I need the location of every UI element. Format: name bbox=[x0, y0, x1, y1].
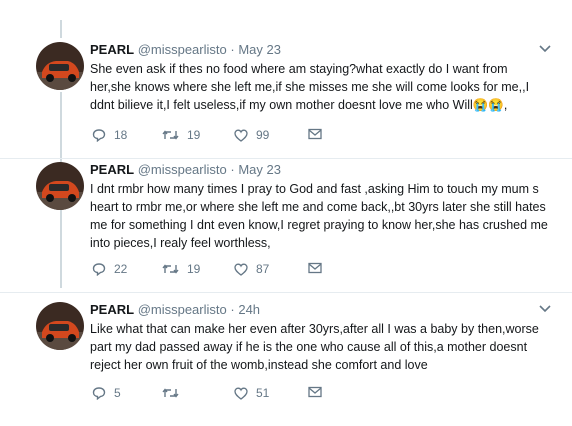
retweet-button[interactable]: 19 bbox=[162, 262, 200, 276]
chevron-down-icon[interactable] bbox=[538, 302, 552, 314]
timestamp[interactable]: 24h bbox=[238, 302, 260, 317]
avatar[interactable] bbox=[36, 42, 84, 90]
tweet-text: I dnt rmbr how many times I pray to God … bbox=[90, 182, 548, 250]
tweet-actions: 18 19 99 bbox=[90, 128, 390, 146]
avatar[interactable] bbox=[36, 162, 84, 210]
reply-count: 5 bbox=[114, 386, 121, 400]
user-handle[interactable]: @misspearlisto bbox=[138, 162, 227, 177]
separator-dot: · bbox=[230, 162, 235, 177]
retweet-icon bbox=[162, 388, 179, 398]
reply-icon bbox=[92, 263, 106, 276]
dm-button[interactable] bbox=[308, 128, 322, 140]
display-name[interactable]: PEARL bbox=[90, 302, 134, 317]
reply-icon bbox=[92, 387, 106, 400]
retweet-button[interactable] bbox=[162, 386, 187, 400]
retweet-count: 19 bbox=[187, 128, 201, 142]
reply-button[interactable]: 22 bbox=[92, 262, 127, 276]
retweet-count: 19 bbox=[187, 262, 201, 276]
reply-count: 22 bbox=[114, 262, 128, 276]
display-name[interactable]: PEARL bbox=[90, 162, 134, 177]
timestamp[interactable]: May 23 bbox=[238, 42, 281, 57]
divider bbox=[0, 292, 572, 293]
tweet-actions: 5 51 bbox=[90, 386, 390, 404]
reply-count: 18 bbox=[114, 128, 128, 142]
heart-icon bbox=[234, 387, 248, 400]
chevron-down-icon[interactable] bbox=[538, 42, 552, 54]
like-count: 51 bbox=[256, 386, 270, 400]
like-button[interactable]: 99 bbox=[234, 128, 269, 142]
reply-button[interactable]: 5 bbox=[92, 386, 121, 400]
like-count: 87 bbox=[256, 262, 270, 276]
tweet-text: Like what that can make her even after 3… bbox=[90, 322, 539, 372]
envelope-icon bbox=[308, 262, 322, 274]
display-name[interactable]: PEARL bbox=[90, 42, 134, 57]
envelope-icon bbox=[308, 386, 322, 398]
tweet-header: PEARL @misspearlisto · May 23 bbox=[90, 162, 548, 178]
heart-icon bbox=[234, 263, 248, 276]
reply-icon bbox=[92, 129, 106, 142]
tweet-header: PEARL @misspearlisto · 24h bbox=[90, 302, 548, 318]
thread-line bbox=[60, 20, 62, 38]
tweet-actions: 22 19 87 bbox=[90, 262, 390, 280]
tweet-header: PEARL @misspearlisto · May 23 bbox=[90, 42, 548, 58]
like-button[interactable]: 87 bbox=[234, 262, 269, 276]
user-handle[interactable]: @misspearlisto bbox=[138, 42, 227, 57]
separator-dot: · bbox=[230, 302, 235, 317]
retweet-button[interactable]: 19 bbox=[162, 128, 200, 142]
thread-line bbox=[60, 210, 62, 288]
separator-dot: · bbox=[230, 42, 235, 57]
envelope-icon bbox=[308, 128, 322, 140]
like-button[interactable]: 51 bbox=[234, 386, 269, 400]
retweet-icon bbox=[162, 264, 179, 274]
heart-icon bbox=[234, 129, 248, 142]
reply-button[interactable]: 18 bbox=[92, 128, 127, 142]
avatar[interactable] bbox=[36, 302, 84, 350]
timestamp[interactable]: May 23 bbox=[238, 162, 281, 177]
retweet-icon bbox=[162, 130, 179, 140]
dm-button[interactable] bbox=[308, 386, 322, 398]
like-count: 99 bbox=[256, 128, 270, 142]
dm-button[interactable] bbox=[308, 262, 322, 274]
thread-line bbox=[60, 92, 62, 167]
user-handle[interactable]: @misspearlisto bbox=[138, 302, 227, 317]
tweet-text: She even ask if thes no food where am st… bbox=[90, 62, 530, 112]
divider bbox=[0, 158, 572, 159]
